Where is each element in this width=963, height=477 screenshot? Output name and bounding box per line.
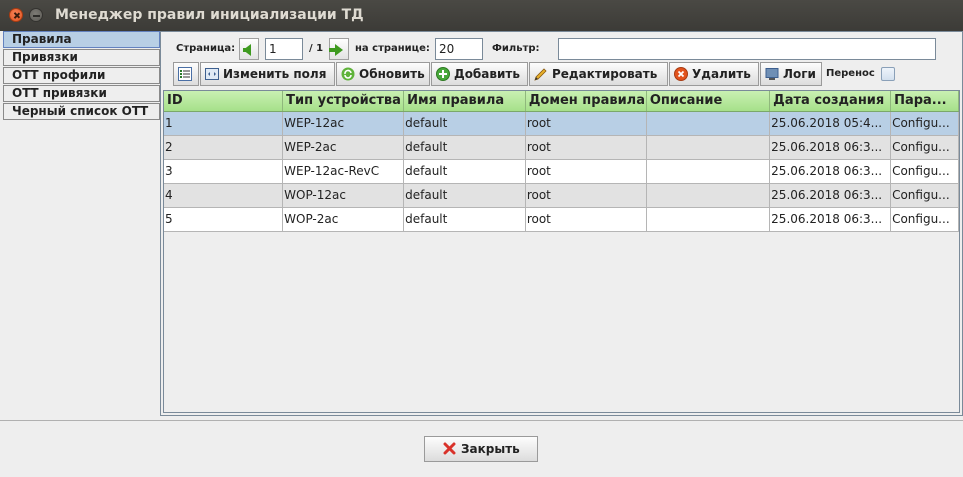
cell-id: 3 (164, 159, 284, 184)
cell-rule-name: default (403, 207, 526, 232)
close-button[interactable]: Закрыть (424, 436, 538, 462)
pencil-icon (534, 68, 547, 81)
column-header-params[interactable]: Пара... (890, 91, 959, 112)
rules-table: ID Тип устройства Имя правила Домен прав… (164, 91, 959, 232)
list-icon (178, 67, 192, 81)
cell-created: 25.06.2018 06:3... (769, 135, 892, 160)
cell-description (646, 207, 771, 232)
cell-rule-domain: root (525, 135, 647, 160)
add-button[interactable]: Добавить (431, 62, 528, 86)
window-minimize-icon[interactable] (29, 8, 43, 22)
logs-button[interactable]: Логи (760, 62, 822, 86)
arrow-left-icon (243, 44, 251, 56)
delete-button[interactable]: Удалить (669, 62, 759, 86)
tab-bindings[interactable]: Привязки (3, 49, 160, 66)
cell-params: Configu... (890, 183, 959, 208)
delete-label: Удалить (692, 67, 751, 81)
rules-table-container: ID Тип устройства Имя правила Домен прав… (163, 90, 960, 413)
table-row[interactable]: 4 WOP-12ac default root 25.06.2018 06:3.… (164, 183, 959, 208)
edit-button[interactable]: Редактировать (529, 62, 668, 86)
refresh-icon (341, 67, 355, 81)
column-header-id[interactable]: ID (164, 91, 284, 112)
edit-fields-button[interactable]: Изменить поля (200, 62, 335, 86)
cell-params: Configu... (890, 111, 959, 136)
cell-device-type: WEP-12ac (282, 111, 405, 136)
cell-rule-name: default (403, 111, 526, 136)
close-label: Закрыть (461, 442, 520, 456)
refresh-button[interactable]: Обновить (336, 62, 430, 86)
cell-description (646, 111, 771, 136)
table-header-row: ID Тип устройства Имя правила Домен прав… (164, 91, 959, 112)
filter-input[interactable] (558, 38, 936, 60)
cell-rule-name: default (403, 135, 526, 160)
cell-device-type: WEP-12ac-RevC (282, 159, 405, 184)
cell-id: 1 (164, 111, 284, 136)
delete-icon (674, 67, 688, 81)
cell-rule-name: default (403, 159, 526, 184)
per-page-input[interactable]: 20 (435, 38, 483, 60)
page-total: / 1 (309, 43, 324, 54)
monitor-icon (765, 68, 779, 80)
columns-list-button[interactable] (173, 62, 199, 86)
next-page-button[interactable] (329, 38, 349, 60)
window-title: Менеджер правил инициализации ТД (55, 7, 364, 23)
cell-rule-name: default (403, 183, 526, 208)
table-row[interactable]: 2 WEP-2ac default root 25.06.2018 06:3..… (164, 135, 959, 160)
cell-rule-domain: root (525, 159, 647, 184)
arrow-right-icon (329, 44, 343, 56)
table-row[interactable]: 5 WOP-2ac default root 25.06.2018 06:3..… (164, 207, 959, 232)
cell-created: 25.06.2018 06:3... (769, 183, 892, 208)
cell-created: 25.06.2018 06:3... (769, 207, 892, 232)
page-input[interactable]: 1 (265, 38, 303, 60)
cell-description (646, 183, 771, 208)
cell-rule-domain: root (525, 183, 647, 208)
cell-id: 4 (164, 183, 284, 208)
edit-fields-label: Изменить поля (223, 67, 327, 81)
wrap-checkbox[interactable] (881, 67, 895, 81)
cell-id: 5 (164, 207, 284, 232)
column-header-created[interactable]: Дата создания (769, 91, 892, 112)
column-header-device-type[interactable]: Тип устройства (282, 91, 405, 112)
column-header-description[interactable]: Описание (646, 91, 771, 112)
column-header-rule-domain[interactable]: Домен правила (525, 91, 647, 112)
add-label: Добавить (454, 67, 520, 81)
cell-rule-domain: root (525, 111, 647, 136)
tab-rules[interactable]: Правила (3, 31, 160, 48)
refresh-label: Обновить (359, 67, 425, 81)
edit-label: Редактировать (552, 67, 658, 81)
page-label: Страница: (176, 43, 236, 54)
tab-ott-profiles[interactable]: ОТТ профили (3, 67, 160, 84)
window-close-icon[interactable] (9, 8, 23, 22)
tab-ott-blacklist[interactable]: Черный список ОТТ (3, 103, 160, 120)
cell-created: 25.06.2018 05:4... (769, 111, 892, 136)
cell-device-type: WOP-2ac (282, 207, 405, 232)
cell-rule-domain: root (525, 207, 647, 232)
table-row[interactable]: 1 WEP-12ac default root 25.06.2018 05:4.… (164, 111, 959, 136)
filter-label: Фильтр: (492, 43, 540, 54)
cell-description (646, 135, 771, 160)
fields-icon (205, 68, 219, 80)
wrap-label: Перенос (826, 68, 875, 79)
table-row[interactable]: 3 WEP-12ac-RevC default root 25.06.2018 … (164, 159, 959, 184)
cell-id: 2 (164, 135, 284, 160)
close-icon (443, 442, 456, 455)
prev-page-button[interactable] (239, 38, 259, 60)
per-page-label: на странице: (355, 43, 430, 54)
cell-description (646, 159, 771, 184)
add-icon (436, 67, 450, 81)
title-bar: Менеджер правил инициализации ТД (0, 0, 963, 31)
column-header-rule-name[interactable]: Имя правила (403, 91, 526, 112)
cell-created: 25.06.2018 06:3... (769, 159, 892, 184)
logs-label: Логи (783, 67, 816, 81)
cell-params: Configu... (890, 135, 959, 160)
cell-params: Configu... (890, 207, 959, 232)
cell-device-type: WEP-2ac (282, 135, 405, 160)
cell-device-type: WOP-12ac (282, 183, 405, 208)
cell-params: Configu... (890, 159, 959, 184)
tab-ott-bindings[interactable]: ОТТ привязки (3, 85, 160, 102)
